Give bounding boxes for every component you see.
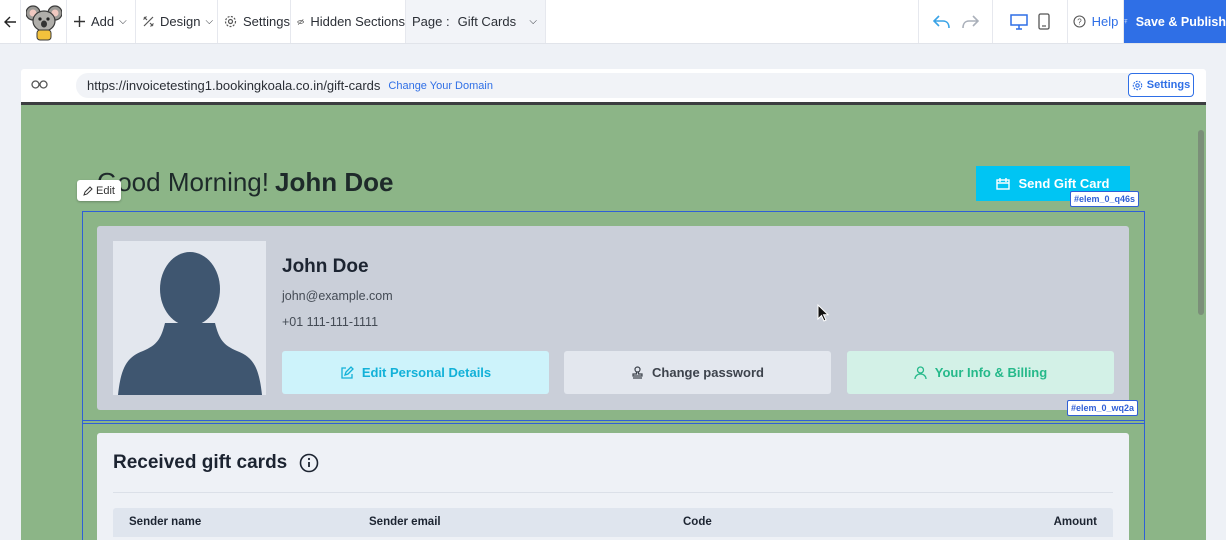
device-toggle — [993, 0, 1068, 43]
column-header: Sender email — [369, 516, 441, 528]
save-publish-label: Save & Publish — [1135, 14, 1226, 29]
page-select[interactable]: Page : Gift Cards ⌵ — [406, 0, 546, 43]
change-domain-link[interactable]: Change Your Domain — [388, 80, 493, 92]
greeting-heading[interactable]: Good Morning! John Doe — [97, 167, 393, 198]
page-select-prefix: Page : — [412, 14, 450, 29]
canvas-scrollbar[interactable] — [1198, 130, 1204, 315]
column-header: Sender name — [129, 516, 202, 528]
edit-personal-details-button[interactable]: Edit Personal Details — [282, 351, 549, 394]
edit-chip-label: Edit — [96, 184, 115, 197]
redo-icon[interactable] — [961, 14, 979, 29]
mobile-icon[interactable] — [1038, 13, 1050, 30]
pencil-icon — [83, 185, 93, 196]
hidden-sections-label: Hidden Sections — [310, 14, 405, 29]
koala-logo-icon — [25, 4, 62, 40]
undo-redo-group — [919, 0, 993, 43]
plus-icon — [74, 16, 85, 27]
add-menu[interactable]: Add ⌵ — [67, 0, 136, 43]
design-tools-icon — [143, 16, 154, 27]
desktop-icon[interactable] — [1010, 13, 1028, 30]
question-circle-icon: ? — [1073, 15, 1086, 28]
column-header: Amount — [1053, 516, 1097, 528]
received-gift-cards-label: Received gift cards — [113, 452, 288, 473]
site-url: https://invoicetesting1.bookingkoala.co.… — [87, 78, 381, 93]
element-id-tag-profile[interactable]: #elem_0_wq2a — [1067, 400, 1139, 416]
url-field: https://invoicetesting1.bookingkoala.co.… — [76, 73, 1140, 98]
koala-logo[interactable] — [21, 0, 67, 43]
help-button[interactable]: ? Help — [1068, 0, 1124, 43]
eye-off-icon — [297, 18, 305, 25]
profile-phone: +01 111-111-1111 — [282, 315, 379, 329]
received-gift-cards-title: Received gift cards — [113, 452, 319, 474]
gift-cards-table-header: Sender name Sender email Code Amount — [113, 508, 1113, 537]
user-silhouette-icon — [118, 252, 262, 395]
profile-card: John Doe john@example.com +01 111-111-11… — [97, 226, 1129, 410]
info-billing-button[interactable]: Your Info & Billing — [847, 351, 1114, 394]
received-gift-cards-panel: Received gift cards Sender name Sender e… — [97, 433, 1129, 540]
gift-card-icon — [996, 178, 1011, 190]
design-menu[interactable]: Design ⌵ — [136, 0, 218, 43]
chevron-down-icon: ⌵ — [529, 16, 537, 27]
settings-button[interactable]: Settings — [218, 0, 291, 43]
gear-icon — [224, 15, 237, 28]
change-password-button[interactable]: Change password — [564, 351, 831, 394]
stamp-icon — [632, 366, 643, 379]
edit-text-button[interactable]: Edit — [77, 180, 121, 201]
site-url-bar: https://invoicetesting1.bookingkoala.co.… — [21, 69, 1206, 102]
design-label: Design — [160, 14, 201, 29]
change-password-label: Change password — [652, 365, 764, 380]
add-label: Add — [91, 14, 115, 29]
info-billing-label: Your Info & Billing — [934, 365, 1048, 380]
url-settings-label: Settings — [1146, 79, 1191, 91]
avatar[interactable] — [113, 241, 266, 395]
greeting-text: Good Morning! — [97, 167, 269, 197]
edit-personal-details-label: Edit Personal Details — [361, 365, 492, 380]
send-gift-card-label: Send Gift Card — [1018, 176, 1110, 191]
editor-toolbar: Add ⌵ Design ⌵ Settings Hidden Sections … — [0, 0, 1226, 44]
toolbar-spacer — [546, 0, 919, 43]
upload-icon — [1124, 19, 1128, 24]
profile-email: john@example.com — [282, 289, 393, 303]
undo-icon[interactable] — [932, 14, 951, 29]
url-settings-button[interactable]: Settings — [1128, 73, 1194, 97]
gear-icon — [1132, 80, 1143, 90]
link-icon — [31, 80, 48, 89]
edit-square-icon — [341, 365, 354, 379]
chevron-down-icon: ⌵ — [119, 16, 127, 27]
save-publish-button[interactable]: Save & Publish — [1124, 0, 1226, 43]
help-label: Help — [1091, 14, 1119, 29]
user-icon — [914, 365, 927, 379]
panel-divider — [113, 492, 1113, 493]
profile-name: John Doe — [282, 256, 369, 277]
settings-label: Settings — [243, 14, 290, 29]
back-button[interactable] — [0, 0, 21, 43]
greeting-name: John Doe — [274, 167, 394, 197]
hidden-sections-button[interactable]: Hidden Sections — [291, 0, 406, 43]
column-header: Code — [683, 516, 712, 528]
page-canvas: Good Morning! John Doe Edit Send Gift Car… — [21, 102, 1206, 540]
element-id-tag-send[interactable]: #elem_0_q46s — [1070, 191, 1140, 207]
page-select-value: Gift Cards — [457, 14, 517, 29]
arrow-left-icon — [3, 16, 16, 27]
chevron-down-icon: ⌵ — [205, 16, 214, 27]
mouse-cursor-icon — [817, 304, 829, 322]
info-circle-icon[interactable] — [299, 453, 319, 473]
svg-text:?: ? — [1077, 18, 1082, 27]
